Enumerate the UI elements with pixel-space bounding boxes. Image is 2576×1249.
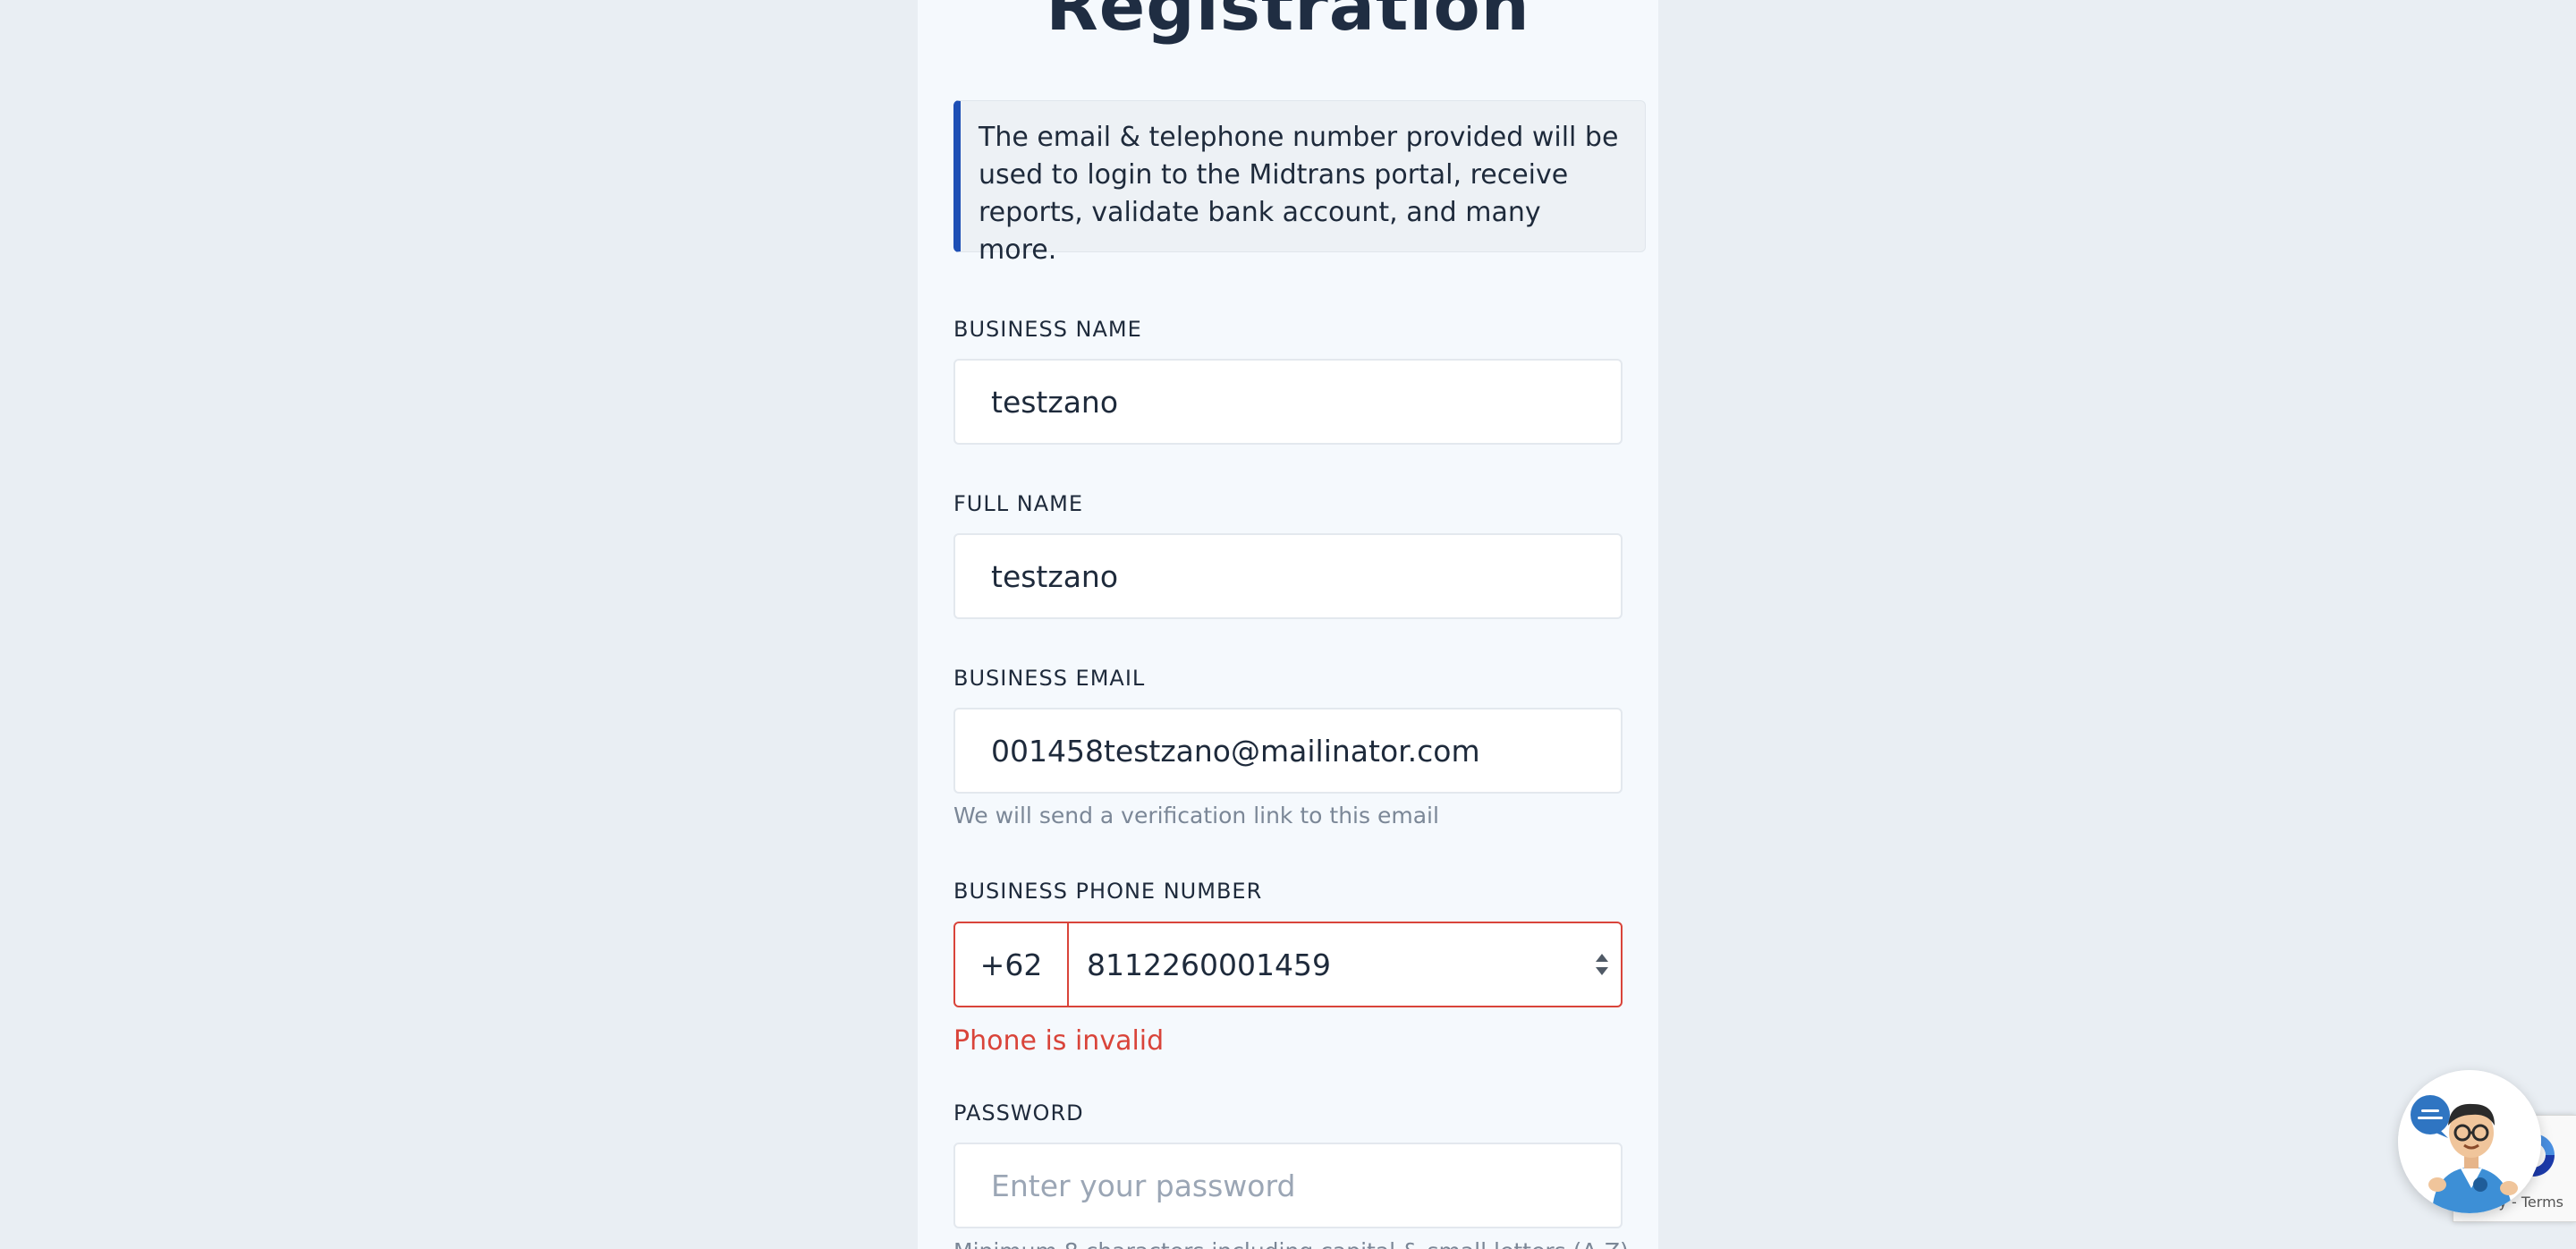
business-name-label: BUSINESS NAME	[953, 317, 1142, 342]
business-phone-input[interactable]: 8112260001459	[1069, 923, 1589, 1006]
password-label: PASSWORD	[953, 1100, 1084, 1126]
phone-country-code[interactable]: +62	[955, 923, 1069, 1006]
page-title: Registration	[1046, 0, 1530, 46]
business-email-hint: We will send a verification link to this…	[953, 803, 1439, 828]
password-hint: Minimum 8 characters including capital &…	[953, 1238, 1629, 1249]
spinner-down-icon[interactable]	[1596, 967, 1608, 975]
business-email-input[interactable]: 001458testzano@mailinator.com	[953, 708, 1623, 794]
business-phone-label: BUSINESS PHONE NUMBER	[953, 879, 1263, 904]
business-email-label: BUSINESS EMAIL	[953, 666, 1146, 691]
assistant-avatar-icon	[2398, 1070, 2541, 1213]
spinner-up-icon[interactable]	[1596, 954, 1608, 962]
page: Registration The email & telephone numbe…	[0, 0, 2576, 1249]
number-spinner[interactable]	[1589, 923, 1615, 1006]
business-phone-field: +62 8112260001459	[953, 922, 1623, 1007]
info-callout: The email & telephone number provided wi…	[953, 100, 1646, 266]
password-input[interactable]: Enter your password	[953, 1143, 1623, 1228]
full-name-input[interactable]: testzano	[953, 533, 1623, 619]
registration-panel: Registration The email & telephone numbe…	[918, 0, 1658, 1249]
full-name-label: FULL NAME	[953, 491, 1083, 516]
chat-assistant-button[interactable]	[2398, 1070, 2541, 1213]
business-name-input[interactable]: testzano	[953, 359, 1623, 445]
phone-error-message: Phone is invalid	[953, 1025, 1165, 1057]
